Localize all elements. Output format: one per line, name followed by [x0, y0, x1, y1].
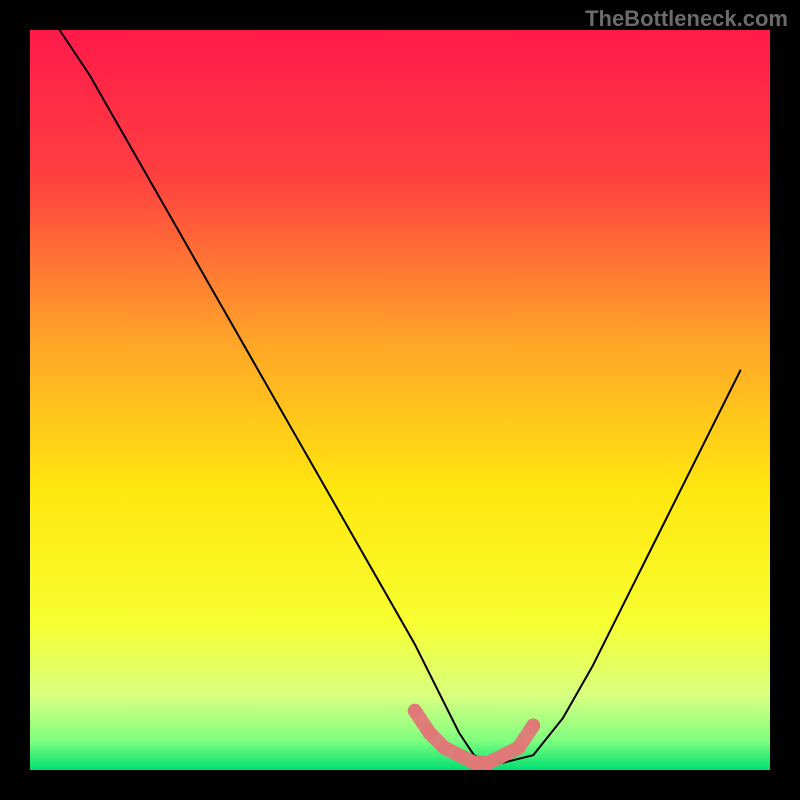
chart-container: TheBottleneck.com — [0, 0, 800, 800]
bottleneck-chart — [0, 0, 800, 800]
watermark-text: TheBottleneck.com — [585, 6, 788, 32]
